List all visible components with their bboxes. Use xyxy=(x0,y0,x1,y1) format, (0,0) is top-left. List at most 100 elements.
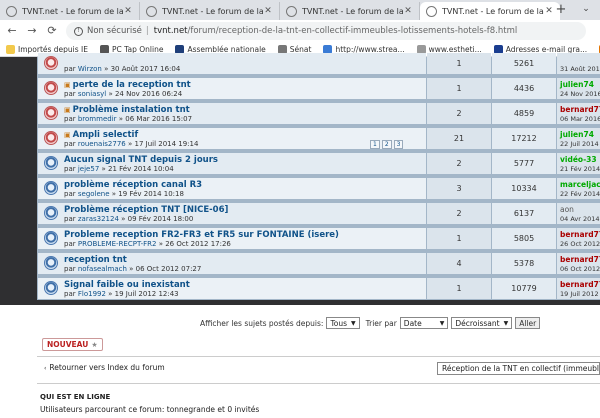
topic-date: » 24 Nov 2016 06:24 xyxy=(108,90,183,98)
new-topic-button[interactable]: NOUVEAU ★ xyxy=(42,338,103,351)
bookmark-icon xyxy=(6,44,15,54)
topic-row: ▣ Ampli selectif par rouenais2776 » 17 Jui… xyxy=(37,127,600,149)
topic-byline: par brommedir » 06 Mar 2016 15:07 xyxy=(64,115,193,123)
replies-cell: 21 xyxy=(427,128,491,149)
new-topic-label: NOUVEAU xyxy=(47,340,89,349)
last-post-author[interactable]: bernard7715 xyxy=(560,105,600,114)
topic-author-link[interactable]: soniasyl xyxy=(78,90,106,98)
replies-count: 21 xyxy=(453,134,465,143)
topic-status-icon xyxy=(44,81,58,95)
last-post-author[interactable]: bernard7715 xyxy=(560,280,600,289)
last-post-author[interactable]: marceljack xyxy=(560,180,600,189)
last-post-author[interactable]: bernard7715 xyxy=(560,230,600,239)
url-host: tvnt.net xyxy=(153,26,188,36)
topic-date: » 19 Juil 2012 12:43 xyxy=(108,290,179,298)
forward-arrow-icon[interactable]: → xyxy=(24,23,40,39)
topic-title-link[interactable]: Probleme reception FR2-FR3 et FR5 sur FO… xyxy=(64,230,339,240)
last-post-cell: bernard771506 Oct 2012 11:0 xyxy=(557,253,600,274)
sort-bar: Afficher les sujets postés depuis: Tous ▼… xyxy=(37,316,600,330)
topic-title-link[interactable]: problème réception canal R3 xyxy=(64,180,202,190)
close-icon[interactable]: ✕ xyxy=(123,6,133,16)
views-count: 4859 xyxy=(513,109,535,118)
last-post-author[interactable]: julien74 xyxy=(560,80,594,89)
back-arrow-icon[interactable]: ← xyxy=(4,23,20,39)
last-post-author[interactable]: julien74 xyxy=(560,130,594,139)
tab-search-button[interactable]: ⌄ xyxy=(578,1,594,17)
topic-row: par Wirzon » 30 Août 2017 16:04 1 5261 31 A… xyxy=(37,52,600,74)
replies-count: 1 xyxy=(456,284,462,293)
sort-select[interactable]: Date ▼ xyxy=(399,317,449,329)
last-post-author[interactable]: aon xyxy=(560,205,574,214)
attachment-icon: ▣ xyxy=(64,81,71,89)
return-to-index-link[interactable]: ‹ Retourner vers Index du forum xyxy=(44,363,165,372)
views-count: 6137 xyxy=(513,209,535,218)
close-icon[interactable]: ✕ xyxy=(263,6,273,16)
topic-title-link[interactable]: perte de la reception tnt xyxy=(73,80,191,90)
last-post-cell: aon04 Avr 2014 15:1 xyxy=(557,203,600,224)
topic-title-link[interactable]: Aucun signal TNT depuis 2 jours xyxy=(64,155,218,165)
topic-title-link[interactable]: Problème instalation tnt xyxy=(73,105,190,115)
views-count: 10779 xyxy=(511,284,537,293)
insecure-label: Non sécurisé xyxy=(87,26,142,36)
browser-tab[interactable]: TVNT.net - Le forum de la TNT -✕ xyxy=(140,2,280,20)
topic-cell: par Wirzon » 30 Août 2017 16:04 xyxy=(38,53,426,74)
topic-author-link[interactable]: zaras32124 xyxy=(78,215,119,223)
since-select[interactable]: Tous ▼ xyxy=(326,317,360,329)
topic-author-link[interactable]: Wirzon xyxy=(78,65,102,73)
topic-cell: Problème réception TNT [NICE-06] par zara… xyxy=(38,203,426,224)
address-bar[interactable]: ! Non sécurisé | tvnt.net/forum/receptio… xyxy=(66,22,586,40)
go-button[interactable]: Aller xyxy=(515,317,541,329)
last-post-cell: marceljack22 Fév 2014 05:5 xyxy=(557,178,600,199)
browser-tab[interactable]: TVNT.net - Le forum de la TNT -✕ xyxy=(0,2,140,20)
close-icon[interactable]: ✕ xyxy=(403,6,413,16)
last-post-cell: julien7422 Juil 2014 07 xyxy=(557,128,600,149)
forum-jump-select[interactable]: Réception de la TNT en collectif (immeub… xyxy=(437,362,600,375)
topic-title-link[interactable]: Problème réception TNT [NICE-06] xyxy=(64,205,228,215)
topic-author-link[interactable]: rouenais2776 xyxy=(78,140,126,148)
topic-date: » 09 Fév 2014 18:00 xyxy=(121,215,194,223)
replies-cell: 1 xyxy=(427,53,491,74)
topic-author-link[interactable]: segolene xyxy=(78,190,110,198)
last-post-date: 19 Juil 2012 16:5 xyxy=(560,290,600,298)
page-link[interactable]: 2 xyxy=(381,140,392,149)
topic-status-icon xyxy=(44,181,58,195)
replies-count: 3 xyxy=(456,184,462,193)
new-tab-button[interactable]: + xyxy=(553,2,569,18)
topic-pagination: 123 xyxy=(368,140,404,149)
page-link[interactable]: 1 xyxy=(370,140,380,149)
topic-status-icon xyxy=(44,206,58,220)
topic-title-link[interactable]: Ampli selectif xyxy=(73,130,139,140)
replies-cell: 1 xyxy=(427,228,491,249)
last-post-author[interactable]: bernard7715 xyxy=(560,255,600,264)
views-cell: 10334 xyxy=(492,178,556,199)
topic-byline: par PROBLEME-RECPT-FR2 » 26 Oct 2012 17:… xyxy=(64,240,231,248)
topic-author-link[interactable]: brommedir xyxy=(78,115,117,123)
replies-cell: 3 xyxy=(427,178,491,199)
reload-icon[interactable]: ⟳ xyxy=(44,23,60,39)
topic-row: problème réception canal R3 par segolene … xyxy=(37,177,600,199)
views-count: 4436 xyxy=(513,84,535,93)
browser-tab[interactable]: TVNT.net - Le forum de la TNT -✕ xyxy=(420,2,560,20)
topic-author-link[interactable]: Flo1992 xyxy=(78,290,106,298)
order-select[interactable]: Décroissant ▼ xyxy=(451,317,513,329)
since-label: Afficher les sujets postés depuis: xyxy=(200,318,324,328)
topic-date: » 30 Août 2017 16:04 xyxy=(104,65,181,73)
topic-byline: par soniasyl » 24 Nov 2016 06:24 xyxy=(64,90,183,98)
topic-title-link[interactable]: Signal faible ou inexistant xyxy=(64,280,190,290)
topic-author-link[interactable]: nofasealmach xyxy=(78,265,127,273)
browser-tab[interactable]: TVNT.net - Le forum de la TNT -✕ xyxy=(280,2,420,20)
replies-count: 2 xyxy=(456,159,462,168)
topic-author-link[interactable]: PROBLEME-RECPT-FR2 xyxy=(78,240,157,248)
replies-count: 1 xyxy=(456,234,462,243)
last-post-date: 26 Oct 2012 18:0 xyxy=(560,240,600,248)
page-link[interactable]: 3 xyxy=(393,140,404,149)
topic-row: ▣ Problème instalation tnt par brommedir »… xyxy=(37,102,600,124)
topic-title-link[interactable]: reception tnt xyxy=(64,255,127,265)
topic-author-link[interactable]: jeje57 xyxy=(78,165,99,173)
last-post-author[interactable]: vidéo-33 xyxy=(560,155,597,164)
topic-status-icon xyxy=(44,131,58,145)
last-post-date: 04 Avr 2014 15:1 xyxy=(560,215,600,223)
topic-status-icon xyxy=(44,256,58,270)
topic-date: » 17 Juil 2014 19:14 xyxy=(127,140,199,148)
views-cell: 5777 xyxy=(492,153,556,174)
